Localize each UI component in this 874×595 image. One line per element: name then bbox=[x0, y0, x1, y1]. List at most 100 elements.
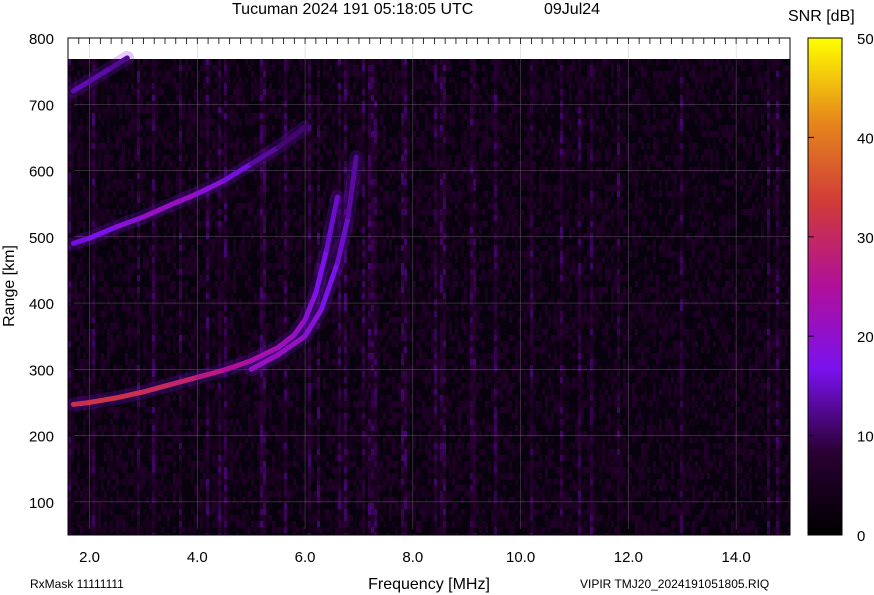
noise-cell bbox=[218, 125, 221, 131]
noise-cell bbox=[110, 95, 113, 101]
noise-cell bbox=[224, 203, 227, 209]
noise-cell bbox=[353, 323, 356, 329]
noise-cell bbox=[110, 425, 113, 431]
noise-cell bbox=[263, 257, 266, 263]
noise-cell bbox=[338, 311, 341, 317]
noise-cell bbox=[305, 353, 308, 359]
noise-cell bbox=[185, 77, 188, 83]
noise-cell bbox=[146, 293, 149, 299]
noise-cell bbox=[239, 89, 242, 95]
noise-cell bbox=[296, 173, 299, 179]
noise-cell bbox=[377, 59, 380, 65]
noise-cell bbox=[206, 449, 209, 455]
noise-cell bbox=[125, 413, 128, 419]
noise-cell bbox=[224, 449, 227, 455]
noise-cell bbox=[257, 113, 260, 119]
noise-cell bbox=[368, 245, 371, 251]
noise-cell bbox=[233, 215, 236, 221]
noise-cell bbox=[347, 443, 350, 449]
noise-cell bbox=[77, 365, 80, 371]
noise-cell bbox=[308, 149, 311, 155]
noise-cell bbox=[263, 449, 266, 455]
noise-cell bbox=[368, 161, 371, 167]
noise-cell bbox=[362, 323, 365, 329]
noise-cell bbox=[167, 467, 170, 473]
noise-cell bbox=[251, 233, 254, 239]
noise-cell bbox=[329, 401, 332, 407]
noise-cell bbox=[281, 101, 284, 107]
noise-cell bbox=[179, 131, 182, 137]
noise-cell bbox=[125, 347, 128, 353]
noise-cell bbox=[194, 485, 197, 491]
noise-cell bbox=[251, 71, 254, 77]
noise-cell bbox=[374, 359, 377, 365]
noise-cell bbox=[257, 227, 260, 233]
noise-cell bbox=[170, 509, 173, 515]
noise-cell bbox=[317, 347, 320, 353]
chart-title: Tucuman 2024 191 05:18:05 UTC bbox=[232, 1, 473, 18]
noise-cell bbox=[218, 419, 221, 425]
noise-cell bbox=[278, 179, 281, 185]
noise-cell bbox=[263, 173, 266, 179]
noise-cell bbox=[338, 371, 341, 377]
noise-cell bbox=[275, 431, 278, 437]
noise-cell bbox=[182, 305, 185, 311]
noise-cell bbox=[128, 377, 131, 383]
noise-cell bbox=[95, 431, 98, 437]
noise-cell bbox=[194, 269, 197, 275]
noise-cell bbox=[194, 155, 197, 161]
noise-cell bbox=[371, 437, 374, 443]
noise-cell bbox=[260, 179, 263, 185]
noise-cell bbox=[164, 77, 167, 83]
noise-cell bbox=[110, 407, 113, 413]
noise-cell bbox=[179, 233, 182, 239]
noise-cell bbox=[347, 257, 350, 263]
noise-cell bbox=[206, 395, 209, 401]
noise-cell bbox=[284, 359, 287, 365]
noise-cell bbox=[329, 479, 332, 485]
noise-cell bbox=[260, 71, 263, 77]
noise-cell bbox=[380, 221, 383, 227]
noise-cell bbox=[83, 281, 86, 287]
noise-cell bbox=[140, 413, 143, 419]
noise-cell bbox=[176, 425, 179, 431]
noise-cell bbox=[122, 443, 125, 449]
noise-cell bbox=[242, 239, 245, 245]
noise-cell bbox=[149, 245, 152, 251]
noise-cell bbox=[305, 107, 308, 113]
noise-cell bbox=[104, 509, 107, 515]
noise-cell bbox=[206, 245, 209, 251]
noise-cell bbox=[239, 239, 242, 245]
noise-cell bbox=[269, 401, 272, 407]
noise-cell bbox=[332, 77, 335, 83]
noise-cell bbox=[101, 179, 104, 185]
noise-cell bbox=[368, 251, 371, 257]
noise-cell bbox=[104, 503, 107, 509]
noise-cell bbox=[365, 167, 368, 173]
noise-cell bbox=[104, 167, 107, 173]
noise-cell bbox=[152, 77, 155, 83]
noise-cell bbox=[86, 203, 89, 209]
noise-cell bbox=[290, 299, 293, 305]
noise-cell bbox=[263, 251, 266, 257]
noise-cell bbox=[218, 77, 221, 83]
noise-cell bbox=[179, 101, 182, 107]
noise-cell bbox=[269, 293, 272, 299]
noise-cell bbox=[92, 107, 95, 113]
noise-cell bbox=[173, 281, 176, 287]
noise-cell bbox=[218, 137, 221, 143]
noise-cell bbox=[311, 425, 314, 431]
noise-cell bbox=[122, 371, 125, 377]
noise-cell bbox=[158, 299, 161, 305]
noise-cell bbox=[371, 425, 374, 431]
noise-cell bbox=[86, 341, 89, 347]
noise-cell bbox=[146, 83, 149, 89]
noise-cell bbox=[371, 203, 374, 209]
noise-cell bbox=[83, 491, 86, 497]
noise-cell bbox=[374, 365, 377, 371]
noise-cell bbox=[377, 311, 380, 317]
noise-cell bbox=[359, 383, 362, 389]
noise-cell bbox=[374, 503, 377, 509]
noise-cell bbox=[368, 281, 371, 287]
noise-cell bbox=[308, 449, 311, 455]
